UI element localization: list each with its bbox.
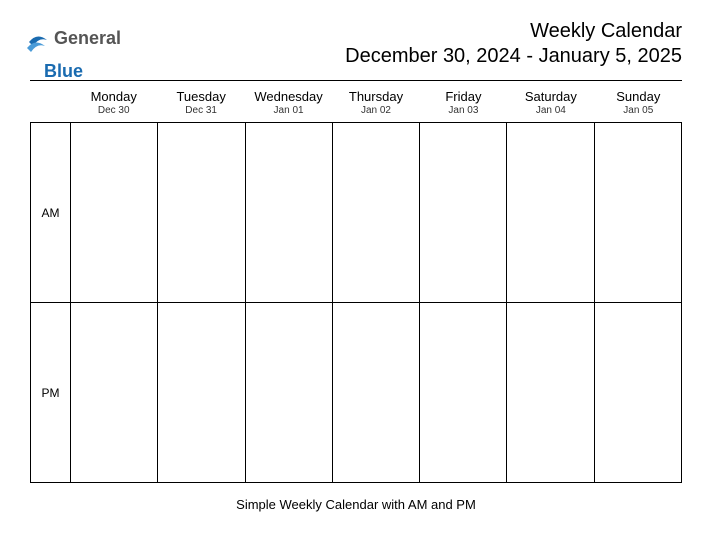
day-name: Saturday	[507, 89, 594, 104]
calendar-cell	[594, 123, 681, 303]
calendar-cell	[158, 123, 245, 303]
day-name: Wednesday	[245, 89, 332, 104]
calendar-cell	[332, 303, 419, 483]
calendar-cell	[420, 303, 507, 483]
calendar-cell	[507, 123, 594, 303]
day-header: Tuesday Dec 31	[157, 89, 244, 116]
logo-text-blue: Blue	[44, 61, 83, 81]
row-label-pm: PM	[31, 303, 71, 483]
day-name: Sunday	[595, 89, 682, 104]
calendar-cell	[594, 303, 681, 483]
day-header: Saturday Jan 04	[507, 89, 594, 116]
day-name: Friday	[420, 89, 507, 104]
row-label-am: AM	[31, 123, 71, 303]
calendar-cell	[332, 123, 419, 303]
calendar-cell	[71, 303, 158, 483]
logo: General Blue	[30, 20, 121, 70]
calendar-cell	[245, 123, 332, 303]
footer-caption: Simple Weekly Calendar with AM and PM	[30, 497, 682, 512]
date-range: December 30, 2024 - January 5, 2025	[345, 45, 682, 68]
calendar-cell	[245, 303, 332, 483]
logo-swoosh-icon	[25, 30, 49, 65]
calendar-cell	[507, 303, 594, 483]
day-date: Dec 31	[157, 105, 244, 116]
day-header: Wednesday Jan 01	[245, 89, 332, 116]
logo-text-general: General	[54, 28, 121, 48]
calendar-cell	[420, 123, 507, 303]
day-name: Tuesday	[157, 89, 244, 104]
calendar-cell	[71, 123, 158, 303]
day-date: Jan 05	[595, 105, 682, 116]
day-date: Dec 30	[70, 105, 157, 116]
calendar-cell	[158, 303, 245, 483]
day-name: Thursday	[332, 89, 419, 104]
day-name: Monday	[70, 89, 157, 104]
calendar-grid: AM PM	[30, 122, 682, 483]
day-date: Jan 02	[332, 105, 419, 116]
page-title: Weekly Calendar	[345, 20, 682, 43]
day-date: Jan 03	[420, 105, 507, 116]
day-header: Thursday Jan 02	[332, 89, 419, 116]
day-date: Jan 04	[507, 105, 594, 116]
day-header: Sunday Jan 05	[595, 89, 682, 116]
day-header: Monday Dec 30	[70, 89, 157, 116]
day-date: Jan 01	[245, 105, 332, 116]
day-header: Friday Jan 03	[420, 89, 507, 116]
calendar: Monday Dec 30 Tuesday Dec 31 Wednesday J…	[30, 80, 682, 483]
